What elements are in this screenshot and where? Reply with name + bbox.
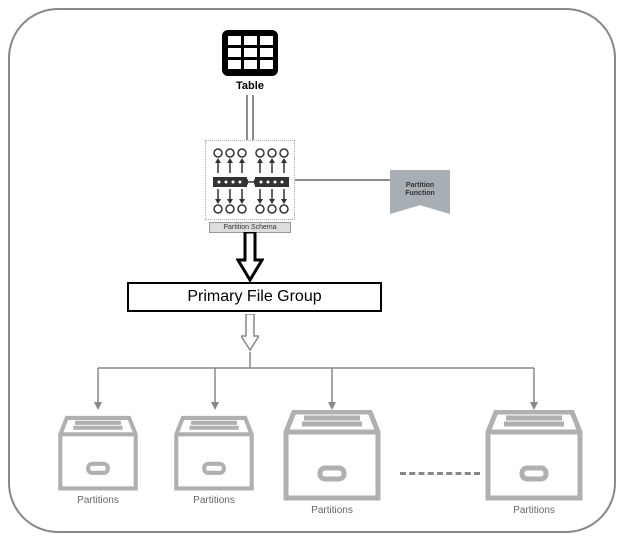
partition-label-n: Partitions	[484, 505, 584, 516]
arrow-schema-to-filegroup	[236, 232, 264, 282]
primary-file-group-label: Primary File Group	[187, 288, 321, 306]
partition-function-label-2: Function	[405, 190, 435, 197]
diagram-frame: Table	[8, 8, 616, 533]
connector-table-to-schema	[243, 95, 257, 140]
partition-label-2: Partitions	[173, 495, 255, 506]
partition-drawer-3: Partitions	[282, 410, 382, 502]
partition-label-3: Partitions	[282, 505, 382, 516]
partition-schema-box	[205, 140, 295, 220]
partition-drawer-2: Partitions	[173, 415, 255, 493]
partition-drawer-1: Partitions	[57, 415, 139, 493]
connector-function-to-schema	[295, 178, 391, 182]
table-label: Table	[225, 80, 275, 92]
partition-function-badge: Partition Function	[390, 170, 450, 214]
partition-label-1: Partitions	[57, 495, 139, 506]
table-icon	[220, 28, 280, 78]
primary-file-group-box: Primary File Group	[127, 282, 382, 312]
ellipsis-icon	[400, 472, 480, 475]
fanout-connector	[50, 352, 560, 414]
arrow-filegroup-down	[241, 314, 259, 352]
partition-drawer-n: Partitions	[484, 410, 584, 502]
partition-function-label-1: Partition	[406, 182, 434, 189]
